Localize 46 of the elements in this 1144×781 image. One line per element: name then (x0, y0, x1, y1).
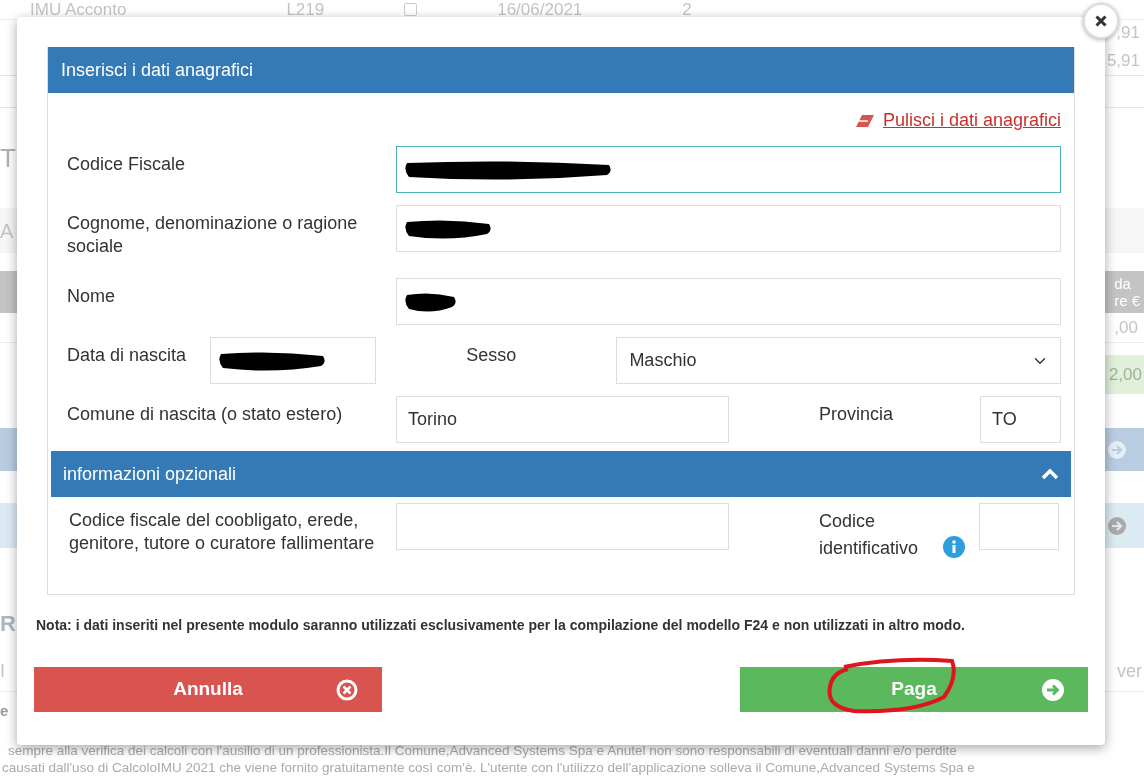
field-label: Sesso (465, 344, 518, 367)
close-circle-icon (336, 678, 358, 701)
field-label: Comune di nascita (o stato estero) (67, 403, 344, 426)
field-label: Codice fiscale del coobligato, erede, genitore, tutore o curatore fallimentare (69, 509, 376, 555)
panel-title: Inserisci i dati anagrafici (61, 58, 254, 82)
close-button[interactable] (1083, 3, 1119, 39)
label-text: ver (1117, 659, 1142, 683)
table-cell-text: L219 (286, 0, 325, 21)
table-cell-text: 5,91 (1106, 49, 1140, 72)
table-cell-text: 16/06/2021 (497, 0, 583, 21)
date-field[interactable] (210, 337, 377, 384)
disclaimer-text: sempre alla verifica dei calcoli con l'ausilio di un professionista.Il Comune,Advanced Systems Spa e Anutel non sono responsabili di eventuali danni e/o perdite (7, 742, 958, 759)
label-text: I (0, 659, 5, 683)
section-title: informazioni opzionali (63, 462, 237, 486)
label-text: e (0, 701, 9, 722)
total-cell: 2,00 (1103, 354, 1144, 395)
table-cell-text: ,00 (1114, 316, 1138, 339)
text-field[interactable] (396, 146, 1061, 193)
field-label: Nome (67, 285, 116, 308)
field-label: Codice identificativo (819, 510, 920, 560)
table-cell-text: ,91 (1116, 22, 1140, 45)
chevron-up-icon (1041, 468, 1059, 480)
note-text: Nota: i dati inseriti nel presente modulo saranno utilizzati esclusivamente per la compilazione del modello F24 e non utilizzati in altro modo. (36, 616, 966, 635)
heading-text: T (0, 145, 16, 171)
text-field[interactable]: TO (980, 396, 1061, 443)
field-label: Codice Fiscale (67, 153, 187, 176)
column-header: da re € (1114, 275, 1141, 309)
info-icon[interactable] (943, 536, 965, 558)
heading-text: R (0, 612, 16, 635)
eraser-icon (854, 113, 875, 128)
table-cell-text: 2 (682, 0, 692, 21)
cancel-button[interactable]: Annulla (34, 667, 382, 712)
arrow-right-icon[interactable] (1107, 439, 1127, 460)
clear-link[interactable]: Pulisci i dati anagrafici (882, 107, 1061, 134)
section-header[interactable]: informazioni opzionali (51, 451, 1071, 497)
field-label: Cognome, denominazione o ragione sociale (67, 212, 359, 258)
redaction-mark (403, 291, 458, 313)
field-label: Provincia (819, 403, 895, 426)
sex-select[interactable]: Maschio (616, 337, 1061, 384)
arrow-right-icon (1042, 678, 1064, 701)
table-cell-text: IMU Acconto (30, 0, 127, 21)
close-icon (1095, 15, 1107, 27)
arrow-right-icon[interactable] (1107, 515, 1127, 536)
text-field[interactable]: Torino (396, 396, 729, 443)
field-label: Data di nascita (67, 344, 188, 367)
checkbox[interactable] (404, 3, 418, 16)
